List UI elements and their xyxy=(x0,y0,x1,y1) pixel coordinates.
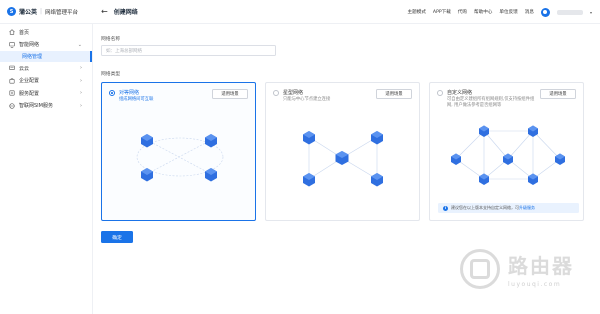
radio-selected[interactable] xyxy=(109,90,115,96)
node-cube-icon xyxy=(371,173,383,187)
node-cube-icon xyxy=(141,168,153,182)
sidebar-item-label: 云云 xyxy=(19,65,30,72)
chevron-right-icon: › xyxy=(80,65,82,72)
network-type-card-star[interactable]: 星型网络 只能与中心节点建立连接 适用场景 xyxy=(265,82,420,221)
chevron-down-icon[interactable]: ▾ xyxy=(590,10,592,15)
card-description: 组成网络间可互联 xyxy=(119,96,154,102)
topnav-help[interactable]: 帮助中心 xyxy=(474,9,492,15)
network-name-label: 网络名称 xyxy=(101,37,121,42)
node-cube-icon xyxy=(528,173,538,185)
top-nav: 主题模式 APP下载 代购 帮助中心 单位反馈 消息 ▾ xyxy=(408,0,592,24)
star-topology-diagram xyxy=(303,131,383,187)
node-cube-icon xyxy=(303,131,315,145)
custom-topology-diagram xyxy=(451,125,565,185)
network-type-card-custom[interactable]: 自定义网络 可自由定义建组所有组网规则,仅支持按组件组网, 用户做法参考是否组网… xyxy=(429,82,584,221)
sidebar-item-enterprise[interactable]: 企业配置 › xyxy=(0,75,92,88)
info-icon: i xyxy=(443,205,448,211)
page-title: 创建网络 xyxy=(113,9,138,16)
radio-unselected[interactable] xyxy=(273,90,279,96)
chevron-right-icon: › xyxy=(80,102,82,109)
service-icon xyxy=(9,90,15,96)
network-type-label: 网络类型 xyxy=(101,72,121,77)
avatar[interactable] xyxy=(540,7,550,17)
sidebar-item-label: 服务配置 xyxy=(19,90,40,97)
brand-subtitle: 网络管理平台 xyxy=(45,9,79,16)
card-title: 对等网络 xyxy=(119,90,140,96)
network-name-input[interactable]: 如：上海总部网络 xyxy=(101,45,276,56)
sidebar-item-service[interactable]: 服务配置 › xyxy=(0,87,92,100)
brand-separator: | xyxy=(40,8,43,15)
chevron-right-icon: › xyxy=(80,90,82,97)
page-header: ← 创建网络 xyxy=(101,7,138,16)
topnav-purchase[interactable]: 代购 xyxy=(458,9,467,15)
sidebar-item-network-management[interactable]: 网络管理 xyxy=(0,51,92,62)
topnav-messages[interactable]: 消息 xyxy=(525,9,534,15)
watermark-url: luyouqi.com xyxy=(508,281,562,288)
sidebar-item-label: 智联网SIM服务 xyxy=(19,103,53,110)
sidebar-item-cloud[interactable]: 云云 › xyxy=(0,62,92,75)
watermark-logo-icon xyxy=(460,249,500,289)
home-icon xyxy=(9,29,15,35)
enterprise-icon xyxy=(9,78,15,84)
chevron-down-icon: ⌄ xyxy=(77,41,82,48)
topnav-feedback[interactable]: 单位反馈 xyxy=(499,9,517,15)
brand-name: 蒲公英 xyxy=(19,9,38,16)
sidebar-item-sim[interactable]: 智联网SIM服务 › xyxy=(0,100,92,113)
chevron-right-icon: › xyxy=(80,77,82,84)
node-cube-icon xyxy=(303,173,315,187)
node-cube-icon xyxy=(479,173,489,185)
brand-logo: S xyxy=(7,7,16,16)
hub-cube-icon xyxy=(335,151,349,165)
card-title: 星型网络 xyxy=(283,90,304,96)
sidebar-item-label: 企业配置 xyxy=(19,78,40,85)
tip-text: 建议您在以上版本支持自定义网络，可 xyxy=(451,205,519,210)
node-cube-icon xyxy=(141,134,153,148)
sidebar-item-home[interactable]: 首页 xyxy=(0,26,92,39)
card-description: 可自由定义建组所有组网规则,仅支持按组件组网, 用户做法参考是否组网等 xyxy=(447,96,535,108)
watermark-text: 路由器 xyxy=(508,254,574,278)
username[interactable] xyxy=(556,9,583,15)
cloud-icon xyxy=(9,65,15,71)
upgrade-service-link[interactable]: 升级服务 xyxy=(519,205,535,211)
peer-topology-diagram xyxy=(136,134,224,182)
confirm-button[interactable]: 确定 xyxy=(101,231,133,243)
node-cube-icon xyxy=(371,131,383,145)
topnav-app-download[interactable]: APP下载 xyxy=(433,9,451,15)
sidebar-item-label: 首页 xyxy=(19,29,30,36)
topnav-theme[interactable]: 主题模式 xyxy=(408,9,426,15)
sidebar: 首页 智能网络 ⌄ 网络管理 云云 › 企业配置 › 服务配置 › 智联网SIM… xyxy=(0,24,93,314)
node-cube-icon xyxy=(205,134,217,148)
sidebar-item-smart-network[interactable]: 智能网络 ⌄ xyxy=(0,39,92,52)
network-icon xyxy=(9,42,15,48)
sim-icon xyxy=(9,103,15,109)
card-description: 只能与中心节点建立连接 xyxy=(283,96,331,102)
top-bar: S 蒲公英 | 网络管理平台 ← 创建网络 主题模式 APP下载 代购 帮助中心… xyxy=(0,0,600,24)
upgrade-tip: i 建议您在以上版本支持自定义网络，可 升级服务 xyxy=(438,203,579,213)
arrow-left-icon[interactable]: ← xyxy=(101,7,108,16)
brand[interactable]: S 蒲公英 | 网络管理平台 xyxy=(0,7,93,16)
sidebar-item-label: 智能网络 xyxy=(19,42,40,49)
watermark: 路由器 luyouqi.com xyxy=(460,244,590,294)
card-title: 自定义网络 xyxy=(447,90,473,96)
radio-unselected[interactable] xyxy=(437,90,443,96)
sidebar-item-label: 网络管理 xyxy=(22,54,43,60)
scenario-button[interactable]: 适用场景 xyxy=(540,89,576,99)
node-cube-icon xyxy=(205,168,217,182)
scenario-button[interactable]: 适用场景 xyxy=(212,89,248,99)
scenario-button[interactable]: 适用场景 xyxy=(376,89,412,99)
network-type-card-peer[interactable]: 对等网络 组成网络间可互联 适用场景 xyxy=(101,82,256,221)
